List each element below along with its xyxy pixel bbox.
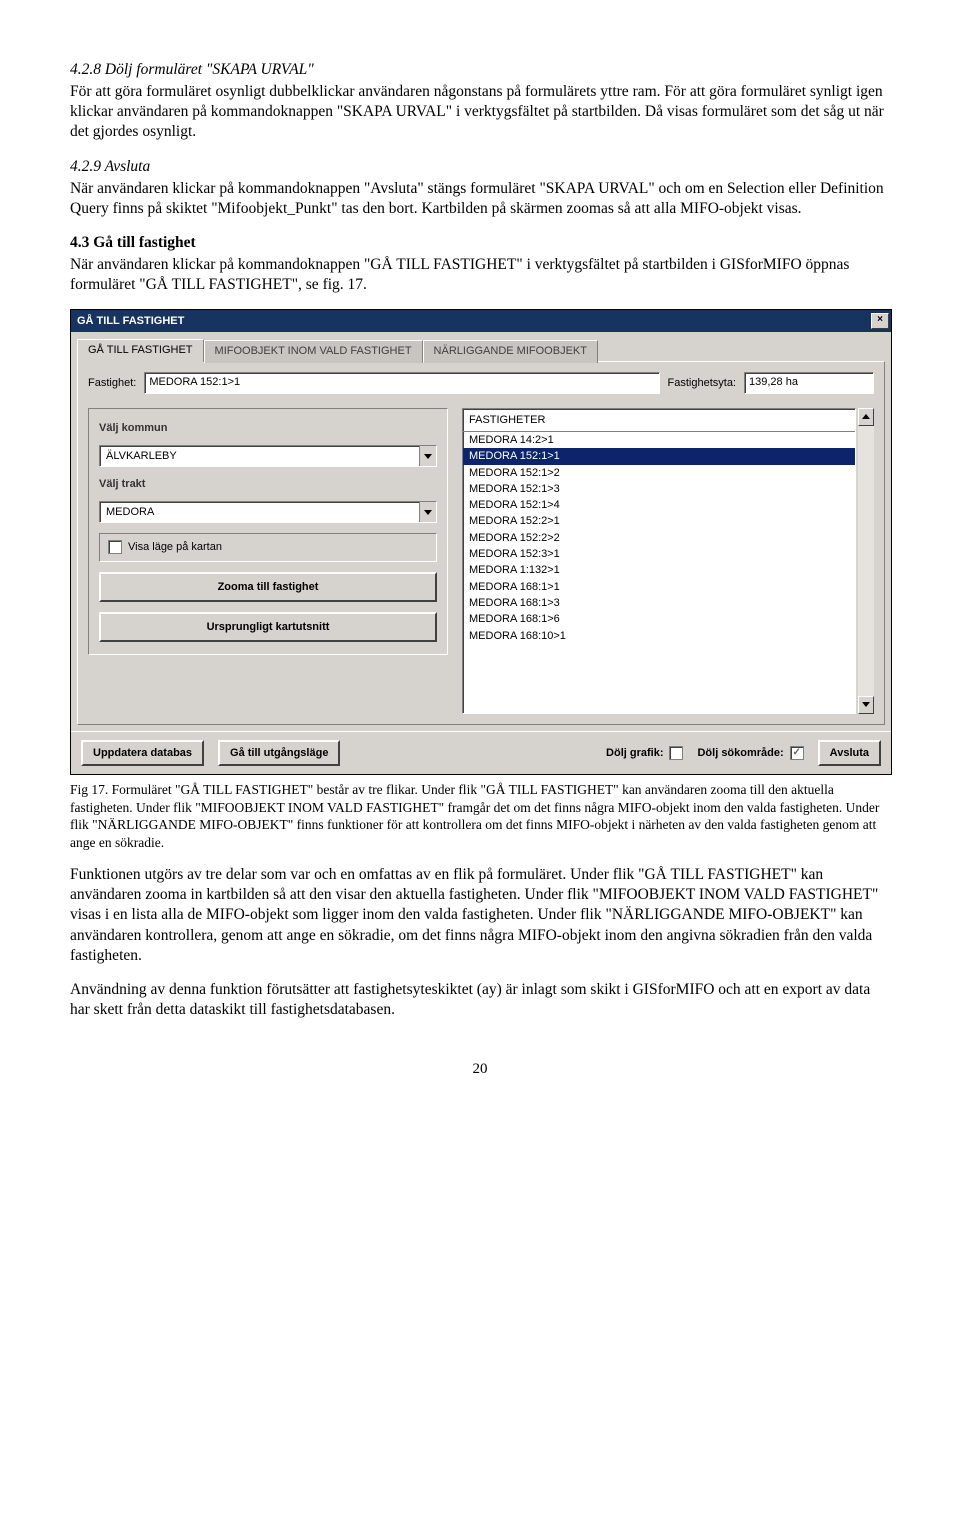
dolj-grafik-group: Dölj grafik: [606,746,683,760]
para-43: När användaren klickar på kommandoknappe… [70,255,890,295]
list-item[interactable]: MEDORA 152:1>3 [463,481,855,497]
kommun-combo[interactable]: ÄLVKARLEBY [99,445,437,467]
dolj-grafik-label: Dölj grafik: [606,746,663,760]
columns: Välj kommun ÄLVKARLEBY Välj trakt MEDORA… [88,408,874,714]
uppdatera-button[interactable]: Uppdatera databas [81,740,204,766]
fastighetsyta-label: Fastighetsyta: [668,376,736,390]
list-item[interactable]: MEDORA 152:1>4 [463,497,855,513]
list-item[interactable]: MEDORA 152:2>2 [463,530,855,546]
heading-43: 4.3 Gå till fastighet [70,233,890,253]
trakt-value: MEDORA [100,502,419,522]
list-item[interactable]: MEDORA 168:1>1 [463,579,855,595]
dialog-titlebar[interactable]: GÅ TILL FASTIGHET × [71,310,891,332]
heading-428: 4.2.8 Dölj formuläret "SKAPA URVAL" [70,60,890,80]
dialog-tabs: GÅ TILL FASTIGHET MIFOOBJEKT INOM VALD F… [71,332,891,360]
utgangslage-button[interactable]: Gå till utgångsläge [218,740,340,766]
dolj-sokomrade-label: Dölj sökområde: [697,746,783,760]
trakt-label: Välj trakt [99,477,437,491]
kommun-value: ÄLVKARLEBY [100,446,419,466]
fastighetsyta-field[interactable]: 139,28 ha [744,372,874,394]
dolj-sokomrade-checkbox[interactable]: ✓ [790,746,804,760]
list-item[interactable]: MEDORA 168:1>3 [463,595,855,611]
top-row: Fastighet: MEDORA 152:1>1 Fastighetsyta:… [88,372,874,394]
tab-narliggande-mifoobjekt[interactable]: NÄRLIGGANDE MIFOOBJEKT [423,340,598,362]
chevron-down-icon[interactable] [419,446,436,466]
heading-429: 4.2.9 Avsluta [70,157,890,177]
right-group: FASTIGHETER MEDORA 14:2>1MEDORA 152:1>1M… [462,408,874,714]
visa-lage-label: Visa läge på kartan [128,540,222,554]
kommun-label: Välj kommun [99,421,437,435]
list-item[interactable]: MEDORA 152:1>1 [463,448,855,464]
figure-caption: Fig 17. Formuläret "GÅ TILL FASTIGHET" b… [70,781,890,851]
dialog-bottom-bar: Uppdatera databas Gå till utgångsläge Dö… [71,731,891,774]
left-group: Välj kommun ÄLVKARLEBY Välj trakt MEDORA… [88,408,448,655]
tab-panel: Fastighet: MEDORA 152:1>1 Fastighetsyta:… [77,361,885,725]
para-after-2: Användning av denna funktion förutsätter… [70,980,890,1020]
zoom-button[interactable]: Zooma till fastighet [99,572,437,602]
reset-extent-button[interactable]: Ursprungligt kartutsnitt [99,612,437,642]
dialog-title: GÅ TILL FASTIGHET [77,314,184,328]
fastighet-label: Fastighet: [88,376,136,390]
scroll-up-icon[interactable] [858,408,874,426]
avsluta-button[interactable]: Avsluta [818,740,881,766]
close-icon[interactable]: × [871,313,889,329]
page-number: 20 [70,1060,890,1080]
trakt-combo[interactable]: MEDORA [99,501,437,523]
list-header: FASTIGHETER [463,411,855,432]
list-item[interactable]: MEDORA 168:1>6 [463,611,855,627]
list-item[interactable]: MEDORA 152:3>1 [463,546,855,562]
fastighet-field[interactable]: MEDORA 152:1>1 [144,372,659,394]
scrollbar[interactable] [858,408,874,714]
tab-mifoobjekt-inom-vald[interactable]: MIFOOBJEKT INOM VALD FASTIGHET [204,340,423,362]
dialog-ga-till-fastighet: GÅ TILL FASTIGHET × GÅ TILL FASTIGHET MI… [70,309,892,775]
list-item[interactable]: MEDORA 168:10>1 [463,628,855,644]
para-428: För att göra formuläret osynligt dubbelk… [70,82,890,142]
tab-ga-till-fastighet[interactable]: GÅ TILL FASTIGHET [77,339,204,361]
scroll-track[interactable] [858,426,874,696]
chevron-down-icon[interactable] [419,502,436,522]
checkbox-icon[interactable] [108,540,122,554]
scroll-down-icon[interactable] [858,696,874,714]
fastigheter-listbox[interactable]: FASTIGHETER MEDORA 14:2>1MEDORA 152:1>1M… [462,408,856,714]
dolj-grafik-checkbox[interactable] [669,746,683,760]
list-item[interactable]: MEDORA 152:2>1 [463,513,855,529]
dolj-sokomrade-group: Dölj sökområde: ✓ [697,746,803,760]
list-item[interactable]: MEDORA 14:2>1 [463,432,855,448]
para-429: När användaren klickar på kommandoknappe… [70,179,890,219]
visa-lage-row[interactable]: Visa läge på kartan [99,533,437,561]
list-item[interactable]: MEDORA 1:132>1 [463,562,855,578]
list-item[interactable]: MEDORA 152:1>2 [463,465,855,481]
para-after-1: Funktionen utgörs av tre delar som var o… [70,865,890,966]
